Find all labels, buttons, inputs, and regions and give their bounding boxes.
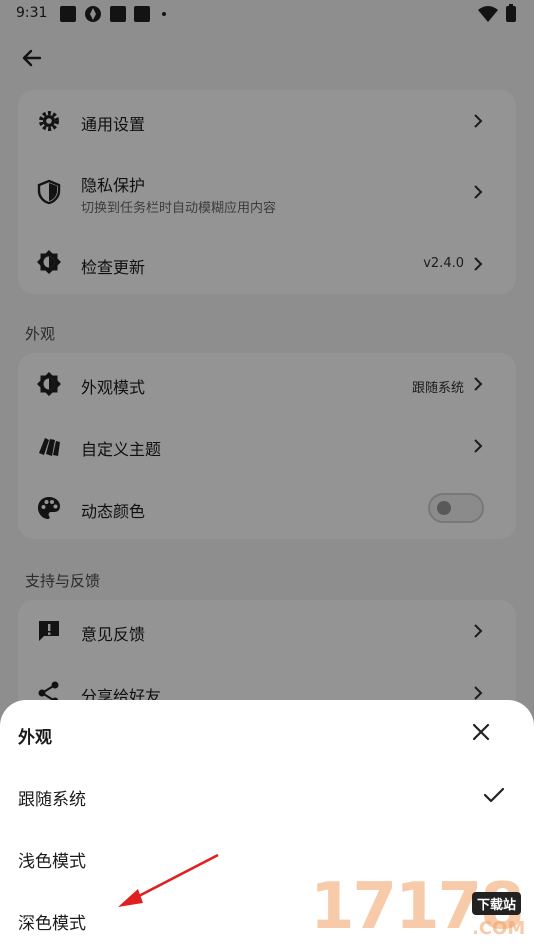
watermark-badge: 下载站 [472,892,522,915]
close-button[interactable] [470,721,492,743]
watermark-domain: .COM [472,918,526,939]
option-follow-system[interactable]: 跟随系统 [0,771,534,821]
option-label: 浅色模式 [18,852,86,872]
sheet-title: 外观 [18,728,52,748]
option-label: 深色模式 [18,914,86,934]
close-icon [472,723,490,741]
option-label: 跟随系统 [18,790,86,810]
site-watermark: 17178 下载站 .COM [310,860,534,950]
check-icon [482,783,506,807]
